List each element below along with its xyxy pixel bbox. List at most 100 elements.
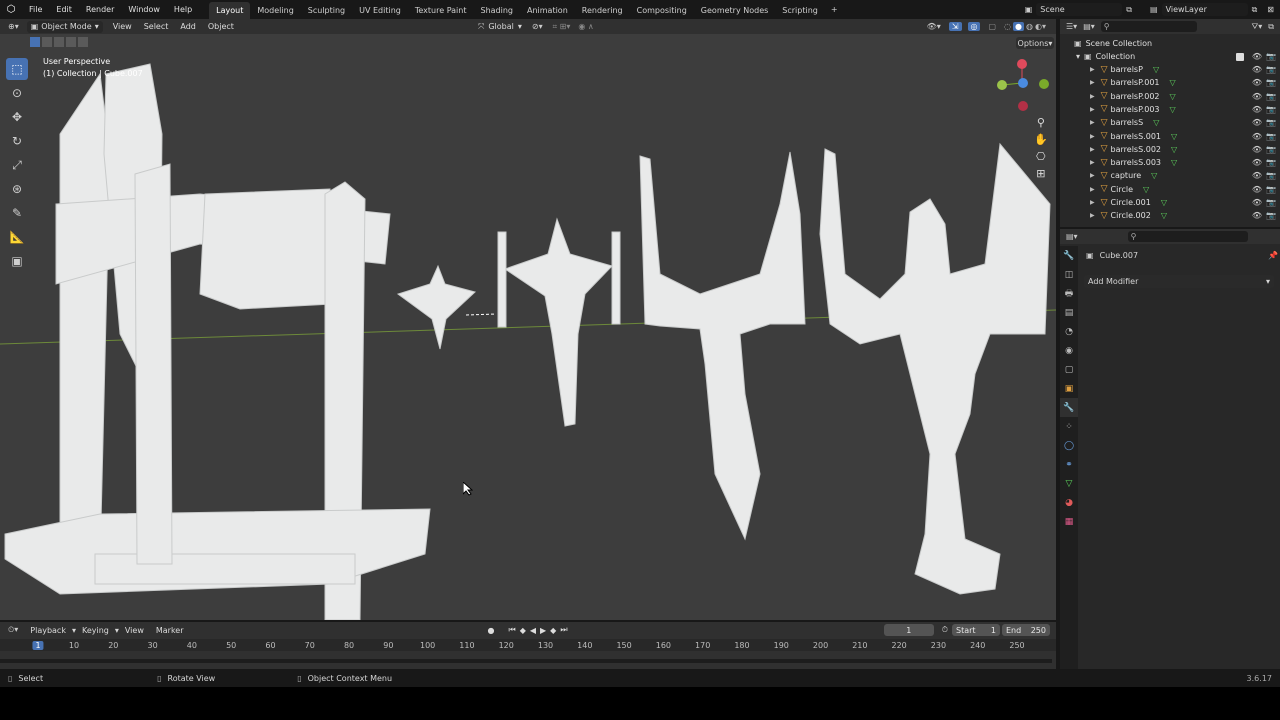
menu-object[interactable]: Object <box>202 22 240 31</box>
select-extend-icon[interactable] <box>42 37 52 47</box>
orientation-icon[interactable]: ⤧ <box>478 22 484 32</box>
camera-icon[interactable]: ⎔ <box>1036 150 1046 163</box>
select-intersect-icon[interactable] <box>78 37 88 47</box>
scene-selector[interactable]: Scene <box>1036 3 1123 16</box>
workspace-tab[interactable]: Geometry Nodes <box>694 2 775 19</box>
outliner-item[interactable]: ▶ ▽ barrelsS.003 ▽ 👁 📷 <box>1060 156 1280 169</box>
transform-tool-icon[interactable]: ⊛ <box>6 178 28 200</box>
visibility-icon[interactable]: 👁▾ <box>927 22 941 31</box>
expand-arrow-icon[interactable]: ▶ <box>1090 66 1095 73</box>
menu-render[interactable]: Render <box>79 0 121 19</box>
render-camera-icon[interactable]: 📷 <box>1266 118 1276 127</box>
render-camera-icon[interactable]: 📷 <box>1266 132 1276 141</box>
mode-selector[interactable]: ▣ Object Mode ▾ <box>26 20 103 33</box>
outliner-item[interactable]: ▶ ▽ capture ▽ 👁 📷 <box>1060 169 1280 182</box>
workspace-tab[interactable]: Rendering <box>575 2 630 19</box>
expand-arrow-icon[interactable]: ▶ <box>1090 199 1095 206</box>
constraints-tab-icon[interactable]: ⚭ <box>1060 455 1078 474</box>
object-tab-icon[interactable]: ▣ <box>1060 379 1078 398</box>
visibility-eye-icon[interactable]: 👁 <box>1252 132 1262 141</box>
new-scene-icon[interactable]: ⧉ <box>1122 5 1136 15</box>
menu-edit[interactable]: Edit <box>49 0 79 19</box>
menu-file[interactable]: File <box>22 0 49 19</box>
expand-arrow-icon[interactable]: ▶ <box>1090 133 1095 140</box>
marker-menu[interactable]: Marker <box>150 626 190 635</box>
particles-tab-icon[interactable]: ⁘ <box>1060 417 1078 436</box>
outliner-item[interactable]: ▶ ▽ Circle.002 ▽ 👁 📷 <box>1060 209 1280 222</box>
workspace-tab[interactable]: UV Editing <box>352 2 408 19</box>
scene-collection-row[interactable]: ▣ Scene Collection <box>1060 37 1280 50</box>
navigation-gizmo[interactable] <box>995 56 1051 114</box>
visibility-eye-icon[interactable]: 👁 <box>1252 211 1262 220</box>
render-camera-icon[interactable]: 📷 <box>1266 78 1276 87</box>
jump-end-icon[interactable]: ⏭ <box>560 625 567 635</box>
collection-row[interactable]: ▾ ▣ Collection 👁 📷 <box>1060 50 1280 63</box>
render-camera-icon[interactable]: 📷 <box>1266 52 1276 61</box>
menu-add[interactable]: Add <box>174 22 202 31</box>
workspace-tab[interactable]: Sculpting <box>301 2 352 19</box>
visibility-eye-icon[interactable]: 👁 <box>1252 105 1262 114</box>
output-tab-icon[interactable]: 🖶 <box>1060 284 1078 303</box>
outliner-item[interactable]: ▶ ▽ barrelsS.001 ▽ 👁 📷 <box>1060 130 1280 143</box>
new-view-layer-icon[interactable]: ⧉ <box>1248 5 1262 15</box>
render-camera-icon[interactable]: 📷 <box>1266 185 1276 194</box>
visibility-eye-icon[interactable]: 👁 <box>1252 92 1262 101</box>
scene-icon[interactable]: ▣ <box>1021 5 1037 14</box>
remove-view-layer-icon[interactable]: ⊠ <box>1261 5 1280 14</box>
outliner-item[interactable]: ▶ ▽ barrelsP.002 ▽ 👁 📷 <box>1060 90 1280 103</box>
view-layer-icon[interactable]: ▤ <box>1146 5 1162 14</box>
add-workspace-icon[interactable]: + <box>825 5 844 14</box>
wireframe-shading-icon[interactable]: ◌ <box>1004 22 1011 31</box>
overlay-toggle-icon[interactable]: ◎ <box>967 22 981 31</box>
snap-icon[interactable]: ⌗ ⊞▾ <box>553 22 571 32</box>
scale-tool-icon[interactable]: ⤢ <box>6 154 28 176</box>
view-layer-selector[interactable]: ViewLayer <box>1161 3 1248 16</box>
properties-editor-icon[interactable]: ▤▾ <box>1066 232 1078 241</box>
expand-arrow-icon[interactable]: ▶ <box>1090 119 1095 126</box>
timeline-editor-icon[interactable]: ⏲▾ <box>0 625 24 635</box>
measure-tool-icon[interactable]: 📐 <box>6 226 28 248</box>
outliner[interactable]: ☰▾ ▤▾ ⚲ ⛛▾ ⧉ ▣ Scene Collection ▾ ▣ Coll… <box>1060 19 1280 227</box>
editor-type-icon[interactable]: ⊕▾ <box>0 22 27 31</box>
render-camera-icon[interactable]: 📷 <box>1266 211 1276 220</box>
texture-tab-icon[interactable]: ▦ <box>1060 512 1078 531</box>
cursor-tool-icon[interactable]: ⊙ <box>6 82 28 104</box>
render-tab-icon[interactable]: ◫ <box>1060 265 1078 284</box>
next-keyframe-icon[interactable]: ◆ <box>550 626 556 635</box>
outliner-item[interactable]: ▶ ▽ Circle ▽ 👁 📷 <box>1060 183 1280 196</box>
play-reverse-icon[interactable]: ◀ <box>530 626 536 635</box>
expand-arrow-icon[interactable]: ▶ <box>1090 172 1095 179</box>
modifier-tab-icon[interactable]: 🔧 <box>1060 398 1078 417</box>
outliner-item[interactable]: ▶ ▽ Circle.001 ▽ 👁 📷 <box>1060 196 1280 209</box>
visibility-eye-icon[interactable]: 👁 <box>1252 185 1262 194</box>
add-cube-tool-icon[interactable]: ▣ <box>6 250 28 272</box>
expand-arrow-icon[interactable]: ▶ <box>1090 93 1095 100</box>
properties-editor[interactable]: ▤▾ ⚲ 🔧 ◫ 🖶 ▤ ◔ ◉ ▢ ▣ 🔧 ⁘ ◯ ⚭ ▽ ◕ ▦ ▣ Cub… <box>1060 229 1280 669</box>
gizmo-toggle-icon[interactable]: ⇲ <box>948 22 962 31</box>
workspace-tab[interactable]: Scripting <box>775 2 825 19</box>
play-icon[interactable]: ▶ <box>540 626 546 635</box>
timeline-scrollbar[interactable] <box>0 659 1052 663</box>
rendered-shading-icon[interactable]: ◐▾ <box>1035 22 1046 31</box>
move-tool-icon[interactable]: ✥ <box>6 106 28 128</box>
expand-arrow-icon[interactable]: ▶ <box>1090 146 1095 153</box>
workspace-tab[interactable]: Compositing <box>630 2 694 19</box>
render-camera-icon[interactable]: 📷 <box>1266 171 1276 180</box>
pan-hand-icon[interactable]: ✋ <box>1034 133 1048 146</box>
orientation-selector[interactable]: Global <box>488 22 514 31</box>
workspace-tab[interactable]: Modeling <box>250 2 300 19</box>
select-invert-icon[interactable] <box>66 37 76 47</box>
visibility-eye-icon[interactable]: 👁 <box>1252 171 1262 180</box>
outliner-item[interactable]: ▶ ▽ barrelsP ▽ 👁 📷 <box>1060 63 1280 76</box>
record-icon[interactable]: ● <box>488 626 495 635</box>
expand-arrow-icon[interactable]: ▶ <box>1090 212 1095 219</box>
expand-arrow-icon[interactable]: ▶ <box>1090 79 1095 86</box>
render-camera-icon[interactable]: 📷 <box>1266 145 1276 154</box>
visibility-eye-icon[interactable]: 👁 <box>1252 78 1262 87</box>
workspace-tab[interactable]: Shading <box>473 2 520 19</box>
keying-menu[interactable]: Keying <box>76 626 115 635</box>
zoom-icon[interactable]: ⚲ <box>1037 116 1045 129</box>
3d-viewport[interactable]: User Perspective (1) Collection | Cube.0… <box>0 34 1056 620</box>
select-new-icon[interactable] <box>30 37 40 47</box>
display-mode-icon[interactable]: ▤▾ <box>1083 22 1095 31</box>
